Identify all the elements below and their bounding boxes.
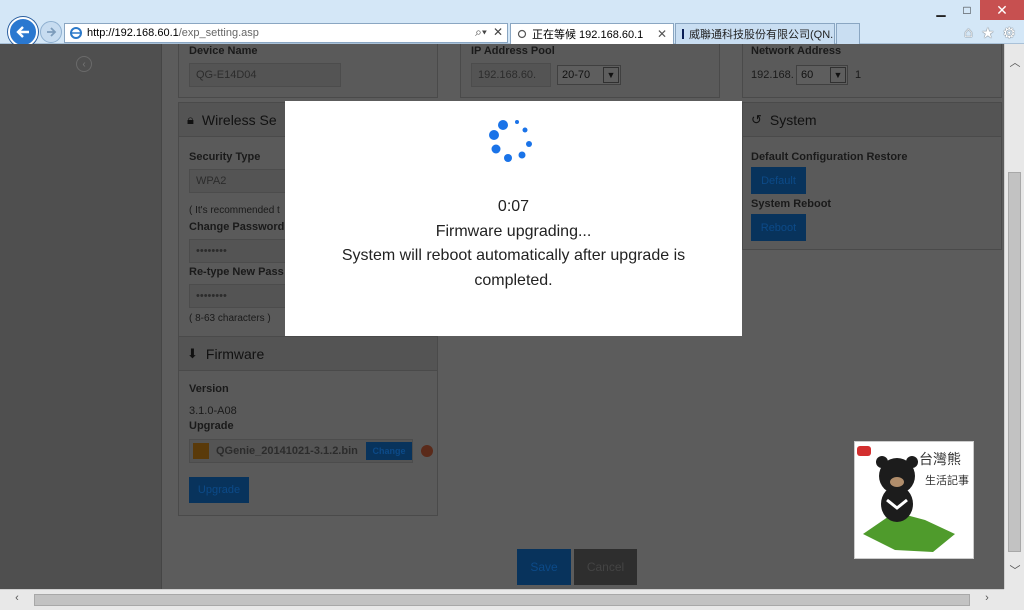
tab-waiting[interactable]: 正在等候 192.168.60.1 ✕ [510,23,674,44]
system-panel-header: ↺ System [743,103,1001,137]
system-title: System [769,111,817,128]
undo-icon: ↺ [751,111,762,127]
save-button[interactable]: Save [517,549,571,585]
tab-label: 威聯通科技股份有限公司(QN... [689,29,835,41]
reboot-notice-line2: completed. [474,271,553,289]
default-restore-label: Default Configuration Restore [751,151,908,163]
version-value: 3.1.0-A08 [189,405,237,417]
network-address-panel: Network Address 192.168. 60 ▼ 1 [742,44,1002,98]
url-host: http://192.168.60.1 [87,27,179,39]
back-button[interactable] [8,17,38,47]
ip-pool-range-select[interactable]: 20-70 ▼ [557,65,621,85]
device-panel: Device Name QG-E14D04 [178,44,438,98]
tab-qnap[interactable]: 威聯通科技股份有限公司(QN... [675,23,835,44]
scroll-left-icon[interactable]: ‹ [10,592,24,604]
arrow-left-icon [16,26,29,38]
device-name-label: Device Name [189,45,258,57]
vertical-scroll-thumb[interactable] [1008,172,1021,552]
upgrade-label: Upgrade [189,420,234,432]
recommend-note: ( It's recommended t [189,205,280,216]
network-address-prefix: 192.168. [751,69,794,81]
network-address-third-value: 60 [801,69,814,81]
scrollbar-corner [1004,589,1024,610]
reboot-notice-line1: System will reboot automatically after u… [341,247,686,264]
tab-label: 正在等候 192.168.60.1 [532,29,644,41]
scroll-down-icon[interactable]: ﹀ [1005,562,1024,578]
svg-text:生活記事: 生活記事 [925,473,969,487]
chevron-down-icon: ▼ [830,67,846,83]
system-panel: ↺ System Default Configuration Restore D… [742,102,1002,250]
close-tab-icon[interactable]: ✕ [657,27,667,41]
file-icon [193,443,209,459]
version-label: Version [189,383,229,395]
firmware-title: Firmware [205,345,265,362]
svg-text:台灣熊: 台灣熊 [919,452,961,468]
search-icon[interactable]: ⌕▾ [475,25,487,40]
dialog-message: 0:07 Firmware upgrading... System will r… [285,195,742,293]
gear-icon[interactable]: ⚙ [1003,24,1016,42]
change-file-button[interactable]: Change [366,442,412,460]
horizontal-scrollbar[interactable]: ‹ › [0,589,1004,610]
lock-icon: 🔒︎ [187,111,194,127]
ip-pool-range-value: 20-70 [562,69,591,81]
retype-password-input[interactable]: •••••••• [189,284,289,308]
browser-chrome: http://192.168.60.1/exp_setting.asp ⌕▾ ✕… [0,0,1024,47]
firmware-panel: ⬇ Firmware Version 3.1.0-A08 Upgrade QGe… [178,336,438,516]
firmware-panel-header: ⬇ Firmware [179,337,437,371]
address-bar[interactable]: http://192.168.60.1/exp_setting.asp ⌕▾ ✕ [64,23,508,43]
vertical-scrollbar[interactable]: ︿ ﹀ [1004,44,1024,589]
security-type-label: Security Type [189,151,261,163]
forward-button[interactable] [40,21,62,43]
change-password-label: Change Password [189,221,285,233]
arrow-right-icon [47,27,57,37]
chevron-down-icon: ▼ [603,67,619,83]
horizontal-scroll-thumb[interactable] [34,594,970,606]
stop-icon[interactable]: ✕ [493,25,503,40]
password-input[interactable]: •••••••• [189,239,289,263]
maximize-button[interactable]: □ [954,0,980,20]
characters-note: ( 8-63 characters ) [189,313,271,324]
firmware-file-name: QGenie_20141021-3.1.2.bin [216,445,358,457]
close-window-button[interactable]: ✕ [980,0,1024,20]
network-address-label: Network Address [751,45,842,57]
upgrade-timer: 0:07 [497,198,530,215]
device-name-input[interactable]: QG-E14D04 [189,63,341,87]
wireless-title: Wireless Se [201,111,277,128]
scroll-up-icon[interactable]: ︿ [1005,54,1024,70]
ip-pool-prefix-input[interactable]: 192.168.60. [471,63,551,87]
upgrade-status: Firmware upgrading... [435,222,592,240]
retype-password-label: Re-type New Pass [189,266,284,278]
default-button[interactable]: Default [751,167,806,194]
home-icon[interactable]: ⌂ [964,24,973,42]
qnap-favicon-icon [682,29,684,39]
system-reboot-label: System Reboot [751,198,832,210]
sidebar: ‹ [0,44,162,589]
remove-file-icon[interactable] [421,445,433,457]
bear-mascot-icon: 台灣熊 生活記事 [857,446,969,552]
loading-icon [517,29,527,39]
collapse-sidebar-icon[interactable]: ‹ [76,56,92,72]
ie-page-icon [70,27,82,39]
watermark-logo: 台灣熊 生活記事 [854,441,974,559]
ip-pool-label: IP Address Pool [471,45,555,57]
scroll-right-icon[interactable]: › [980,592,994,604]
upgrade-button[interactable]: Upgrade [189,477,249,503]
reboot-button[interactable]: Reboot [751,214,806,241]
network-address-select[interactable]: 60 ▼ [796,65,848,85]
network-address-suffix: 1 [855,69,862,81]
security-type-select[interactable]: WPA2 [189,169,289,193]
favorites-star-icon[interactable]: ★ [981,24,994,42]
new-tab-button[interactable] [836,23,860,44]
url-path: /exp_setting.asp [178,27,259,39]
minimize-button[interactable]: ▁ [928,0,954,20]
download-circle-icon: ⬇ [187,345,198,361]
ip-pool-panel: IP Address Pool 192.168.60. 20-70 ▼ [460,44,720,98]
loading-spinner-icon [489,120,532,162]
cancel-button[interactable]: Cancel [574,549,637,585]
